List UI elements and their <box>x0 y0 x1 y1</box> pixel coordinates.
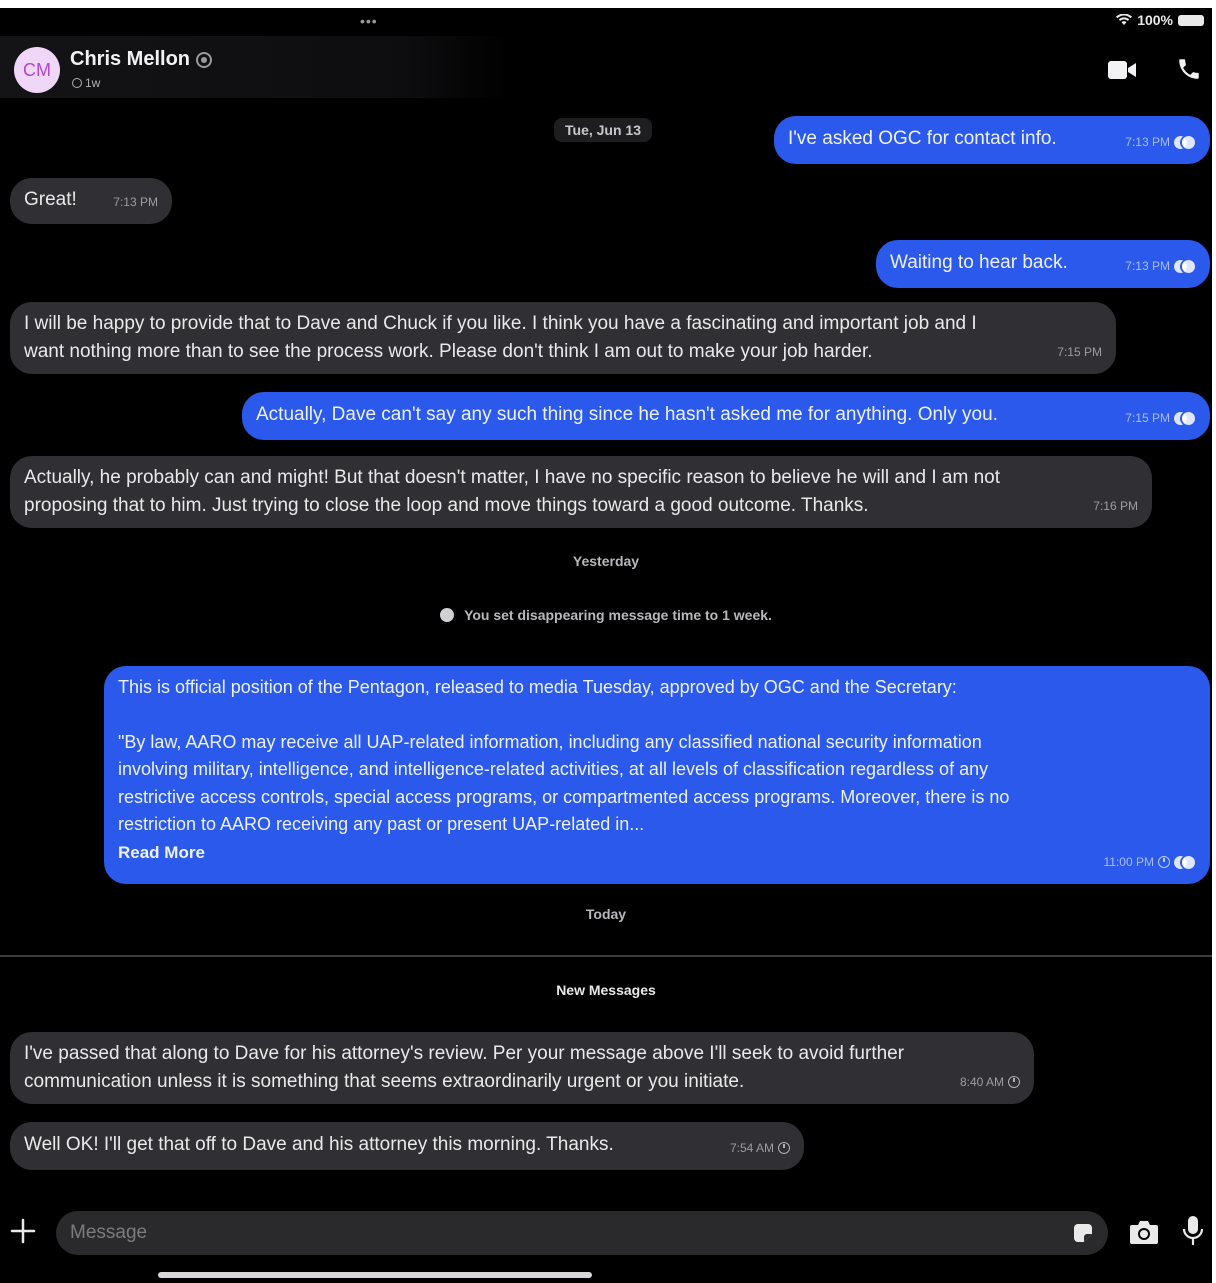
message-text-line: want nothing more than to see the proces… <box>24 341 873 362</box>
message-text-line: "By law, AARO may receive all UAP-relate… <box>118 731 982 752</box>
timer-icon <box>72 78 82 88</box>
status-bar: 100% <box>1116 12 1204 28</box>
message-time: 7:13 PM <box>1125 259 1170 273</box>
read-more-link[interactable]: Read More <box>118 839 1196 867</box>
message-time: 7:13 PM <box>113 195 158 209</box>
message-meta: 7:13 PM <box>1125 252 1196 280</box>
message-meta: 7:15 PM <box>1125 404 1196 432</box>
home-indicator[interactable] <box>158 1272 592 1278</box>
message-composer[interactable] <box>56 1211 1108 1255</box>
message-text-line: restrictive access controls, special acc… <box>118 786 1010 807</box>
disappearing-clock-icon <box>1158 856 1170 869</box>
wifi-icon <box>1116 14 1133 25</box>
system-message-text: You set disappearing message time to 1 w… <box>464 607 772 623</box>
read-receipt-icon <box>1174 135 1196 149</box>
read-receipt-icon <box>1174 259 1196 273</box>
message-text-line: restriction to AARO receiving any past o… <box>118 814 645 834</box>
date-separator: Yesterday <box>572 553 640 569</box>
date-separator: Today <box>585 906 627 922</box>
disappearing-clock-icon <box>778 1142 790 1154</box>
message-time: 7:13 PM <box>1125 135 1170 149</box>
timer-icon <box>440 608 455 622</box>
message-meta: 7:13 PM <box>113 188 158 216</box>
message-meta: 8:40 AM <box>960 1068 1020 1096</box>
message-input[interactable] <box>70 1211 1050 1255</box>
message-text: Great! <box>24 189 77 210</box>
message-meta: 7:54 AM <box>730 1134 790 1162</box>
disappearing-timer-value: 1w <box>85 76 101 90</box>
camera-icon[interactable] <box>1128 1218 1160 1246</box>
message-text: Actually, Dave can't say any such thing … <box>256 404 998 425</box>
message-time: 7:15 PM <box>1057 345 1102 359</box>
message-bubble-outgoing[interactable]: Waiting to hear back. 7:13 PM <box>876 240 1210 288</box>
contact-title[interactable]: Chris Mellon <box>70 48 213 71</box>
message-bubble-incoming[interactable]: I've passed that along to Dave for his a… <box>10 1032 1034 1104</box>
phone-icon[interactable] <box>1176 56 1202 82</box>
message-bubble-incoming[interactable]: I will be happy to provide that to Dave … <box>10 302 1116 374</box>
read-receipt-icon <box>1174 411 1196 425</box>
message-bubble-outgoing[interactable]: This is official position of the Pentago… <box>104 666 1210 884</box>
message-meta: 11:00 PM <box>1104 849 1196 877</box>
read-receipt-icon <box>1174 855 1196 869</box>
message-text-line: I've passed that along to Dave for his a… <box>24 1043 905 1064</box>
message-meta: 7:16 PM <box>1093 492 1138 520</box>
message-bubble-outgoing[interactable]: I've asked OGC for contact info. 7:13 PM <box>774 116 1210 164</box>
message-meta: 7:13 PM <box>1125 128 1196 156</box>
battery-icon <box>1178 14 1204 26</box>
message-bubble-incoming[interactable]: Well OK! I'll get that off to Dave and h… <box>10 1122 804 1170</box>
message-text-line: proposing that to him. Just trying to cl… <box>24 495 869 516</box>
contact-name: Chris Mellon <box>70 48 191 70</box>
message-meta: 7:15 PM <box>1057 338 1102 366</box>
message-text-line: involving military, intelligence, and in… <box>118 759 989 779</box>
video-camera-icon[interactable] <box>1107 58 1137 82</box>
message-text-line: This is official position of the Pentago… <box>118 677 957 697</box>
message-bubble-incoming[interactable]: Great! 7:13 PM <box>10 178 172 224</box>
message-time: 7:15 PM <box>1125 411 1170 425</box>
disappearing-timer-indicator: 1w <box>72 76 100 90</box>
message-bubble-incoming[interactable]: Actually, he probably can and might! But… <box>10 456 1152 528</box>
sticker-icon[interactable] <box>1070 1220 1096 1246</box>
system-message: You set disappearing message time to 1 w… <box>0 607 1212 623</box>
new-messages-label: New Messages <box>556 982 656 998</box>
message-bubble-outgoing[interactable]: Actually, Dave can't say any such thing … <box>242 392 1210 440</box>
plus-icon[interactable] <box>10 1218 36 1244</box>
new-messages-divider <box>0 955 1212 957</box>
message-time: 11:00 PM <box>1103 854 1154 869</box>
message-text-line: Actually, he probably can and might! But… <box>24 467 1001 488</box>
microphone-icon[interactable] <box>1182 1214 1204 1248</box>
battery-percent: 100% <box>1137 12 1173 28</box>
multitasking-dots[interactable]: ••• <box>360 13 378 29</box>
verified-icon <box>196 51 213 68</box>
message-text-line: I will be happy to provide that to Dave … <box>24 313 977 334</box>
message-text-line: communication unless it is something tha… <box>24 1071 745 1092</box>
message-text: Well OK! I'll get that off to Dave and h… <box>24 1134 614 1155</box>
avatar[interactable]: CM <box>14 47 60 93</box>
message-time: 7:54 AM <box>729 1141 774 1155</box>
message-text: I've asked OGC for contact info. <box>788 128 1057 149</box>
date-separator: Tue, Jun 13 <box>554 118 652 142</box>
message-time: 8:40 AM <box>959 1075 1004 1089</box>
chat-header: CM Chris Mellon 1w <box>0 36 1212 106</box>
conversation-screen: ••• 100% CM Chris Mellon 1w Tue, Jun 13 … <box>0 8 1212 1283</box>
disappearing-clock-icon <box>1008 1076 1020 1088</box>
message-time: 7:16 PM <box>1093 499 1138 513</box>
message-text: Waiting to hear back. <box>890 252 1068 273</box>
